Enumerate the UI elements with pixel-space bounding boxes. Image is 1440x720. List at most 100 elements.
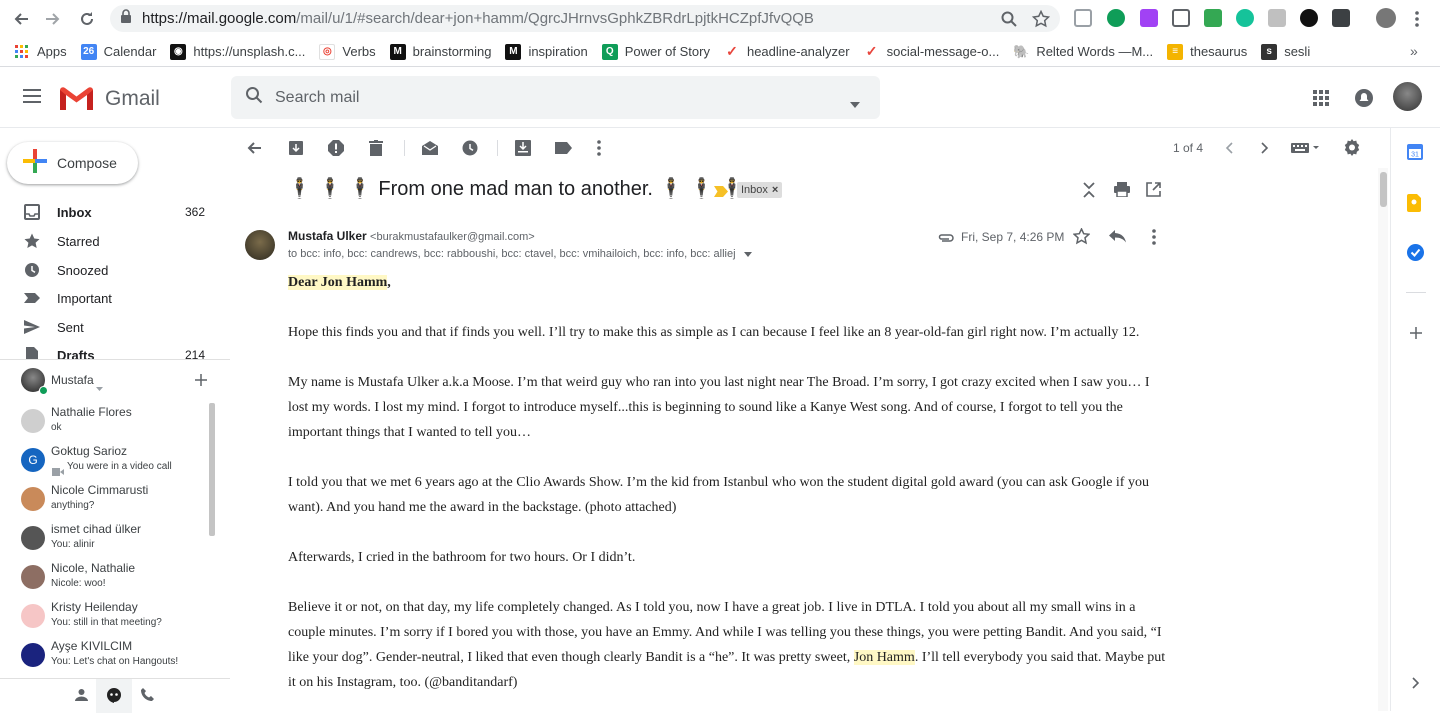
bookmarks-overflow-icon[interactable]: » bbox=[1410, 43, 1418, 59]
gmail-header: Gmail Search mail bbox=[0, 68, 1440, 128]
archive-icon[interactable] bbox=[286, 138, 306, 158]
attachment-icon bbox=[938, 230, 954, 248]
bookmark-label: sesli bbox=[1284, 44, 1311, 59]
calendar-app-icon[interactable]: 31 bbox=[1407, 144, 1423, 165]
remove-label-icon[interactable]: × bbox=[772, 184, 778, 196]
message-scrollbar-thumb[interactable] bbox=[1380, 172, 1387, 207]
phone-icon[interactable] bbox=[141, 688, 154, 706]
mark-unread-icon[interactable] bbox=[420, 138, 440, 158]
extension-edit-icon[interactable] bbox=[1172, 9, 1190, 27]
extension-tab-icon[interactable] bbox=[1204, 9, 1222, 27]
hangouts-scrollbar[interactable] bbox=[209, 403, 215, 536]
extension-r-icon[interactable] bbox=[1268, 9, 1286, 27]
hangouts-tab-active[interactable] bbox=[96, 679, 132, 713]
bookmark-apps[interactable]: Apps bbox=[14, 44, 67, 60]
chevron-down-icon[interactable] bbox=[96, 378, 103, 396]
search-bar[interactable]: Search mail bbox=[231, 76, 880, 119]
hangouts-contact[interactable]: G Goktug Sarioz You were in a video call bbox=[0, 444, 210, 483]
star-icon bbox=[24, 233, 40, 249]
gmail-logo-icon[interactable] bbox=[60, 86, 93, 115]
hangouts-contact[interactable]: Nicole, Nathalie Nicole: woo! bbox=[0, 561, 210, 600]
more-options-icon[interactable] bbox=[589, 138, 609, 158]
bookmark-sesli[interactable]: s sesli bbox=[1261, 43, 1311, 60]
search-input[interactable]: Search mail bbox=[275, 89, 359, 107]
bookmark-calendar[interactable]: 26 Calendar bbox=[80, 43, 156, 60]
hangouts-contact[interactable]: Nathalie Flores ok bbox=[0, 405, 210, 444]
account-avatar[interactable] bbox=[1393, 82, 1422, 111]
open-new-window-icon[interactable] bbox=[1146, 182, 1161, 202]
bookmark-unsplash[interactable]: ◉ https://unsplash.c... bbox=[170, 43, 305, 60]
zoom-search-icon[interactable] bbox=[1000, 10, 1018, 28]
bookmark-star-icon[interactable] bbox=[1031, 9, 1051, 28]
snooze-icon[interactable] bbox=[460, 138, 480, 158]
reply-icon[interactable] bbox=[1109, 230, 1126, 248]
search-icon[interactable] bbox=[245, 86, 263, 109]
extension-hangouts-icon[interactable] bbox=[1107, 9, 1125, 27]
nav-item-inbox[interactable]: Inbox 362 bbox=[0, 198, 222, 226]
report-spam-icon[interactable] bbox=[326, 138, 346, 158]
hangouts-user-name[interactable]: Mustafa bbox=[51, 373, 94, 387]
sender-name[interactable]: Mustafa Ulker bbox=[288, 229, 367, 243]
url-text: https://mail.google.com/mail/u/1/#search… bbox=[142, 10, 814, 27]
collapse-all-icon[interactable] bbox=[1082, 181, 1096, 204]
main-menu-icon[interactable] bbox=[23, 89, 41, 108]
delete-icon[interactable] bbox=[366, 138, 386, 158]
back-icon[interactable] bbox=[10, 8, 32, 30]
browser-menu-icon[interactable] bbox=[1414, 10, 1420, 28]
body-paragraph: Believe it or not, on that day, my life … bbox=[288, 595, 1168, 695]
forward-icon[interactable] bbox=[42, 8, 64, 30]
body-paragraph: My name is Mustafa Ulker a.k.a Moose. I’… bbox=[288, 375, 1150, 440]
bookmark-verbs[interactable]: ◎ Verbs bbox=[319, 43, 376, 60]
expand-side-panel-icon[interactable] bbox=[1412, 676, 1420, 694]
hangouts-contact[interactable]: Ayşe KIVILCIM You: Let's chat on Hangout… bbox=[0, 639, 210, 678]
label-chip-inbox[interactable]: Inbox × bbox=[737, 182, 783, 198]
extension-puzzle-icon[interactable] bbox=[1140, 9, 1158, 27]
newer-chevron-icon[interactable] bbox=[1219, 138, 1239, 158]
star-message-icon[interactable] bbox=[1072, 227, 1091, 250]
message-scrollbar-track[interactable] bbox=[1378, 168, 1388, 711]
show-details-icon[interactable] bbox=[743, 248, 752, 260]
reload-icon[interactable] bbox=[76, 8, 98, 30]
input-tools-keyboard-icon[interactable] bbox=[1289, 138, 1323, 158]
extension-pocket-icon[interactable] bbox=[1332, 9, 1350, 27]
notifications-icon[interactable] bbox=[1355, 89, 1373, 112]
new-conversation-plus-icon[interactable] bbox=[195, 373, 207, 391]
bookmark-brainstorming[interactable]: M brainstorming bbox=[389, 43, 492, 60]
compose-button[interactable]: Compose bbox=[7, 142, 138, 184]
extension-box-icon[interactable] bbox=[1074, 9, 1092, 27]
nav-item-drafts[interactable]: Drafts 214 bbox=[0, 342, 222, 359]
bookmark-power-of-story[interactable]: Q Power of Story bbox=[601, 43, 710, 60]
search-options-icon[interactable] bbox=[850, 95, 860, 113]
older-chevron-icon[interactable] bbox=[1255, 138, 1275, 158]
hangouts-contact[interactable]: ismet cihad ülker You: alinir bbox=[0, 522, 210, 561]
message-more-icon[interactable] bbox=[1152, 229, 1156, 250]
profile-avatar[interactable] bbox=[1376, 8, 1396, 28]
extension-grammarly-icon[interactable] bbox=[1236, 9, 1254, 27]
keep-app-icon[interactable] bbox=[1407, 194, 1421, 217]
nav-item-sent[interactable]: Sent bbox=[0, 313, 222, 341]
bookmark-thesaurus[interactable]: ≡ thesaurus bbox=[1167, 43, 1247, 60]
nav-item-important[interactable]: Important bbox=[0, 284, 222, 312]
bookmark-label: brainstorming bbox=[412, 44, 492, 59]
nav-item-snoozed[interactable]: Snoozed bbox=[0, 256, 222, 284]
back-to-search-icon[interactable] bbox=[244, 138, 264, 158]
move-to-icon[interactable] bbox=[513, 138, 533, 158]
hangouts-contact[interactable]: Kristy Heilenday You: still in that meet… bbox=[0, 600, 210, 639]
bookmark-social-message[interactable]: ✓ social-message-o... bbox=[863, 43, 999, 60]
tasks-app-icon[interactable] bbox=[1407, 244, 1424, 266]
extension-1password-icon[interactable] bbox=[1300, 9, 1318, 27]
label-icon[interactable] bbox=[553, 138, 573, 158]
google-apps-icon[interactable] bbox=[1313, 90, 1329, 111]
importance-marker-icon[interactable] bbox=[714, 184, 728, 202]
bookmark-related-words[interactable]: 🐘 Relted Words —M... bbox=[1013, 43, 1153, 60]
sender-avatar[interactable] bbox=[245, 230, 275, 260]
hangouts-contact[interactable]: Nicole Cimmarusti anything? bbox=[0, 483, 210, 522]
get-addons-plus-icon[interactable] bbox=[1410, 326, 1422, 344]
contacts-person-icon[interactable] bbox=[75, 688, 88, 706]
address-bar[interactable]: https://mail.google.com/mail/u/1/#search… bbox=[110, 5, 1060, 32]
bookmark-inspiration[interactable]: M inspiration bbox=[505, 43, 588, 60]
settings-gear-icon[interactable] bbox=[1342, 138, 1362, 158]
nav-item-starred[interactable]: Starred bbox=[0, 227, 222, 255]
bookmark-headline-analyzer[interactable]: ✓ headline-analyzer bbox=[723, 43, 850, 60]
print-icon[interactable] bbox=[1114, 182, 1130, 202]
